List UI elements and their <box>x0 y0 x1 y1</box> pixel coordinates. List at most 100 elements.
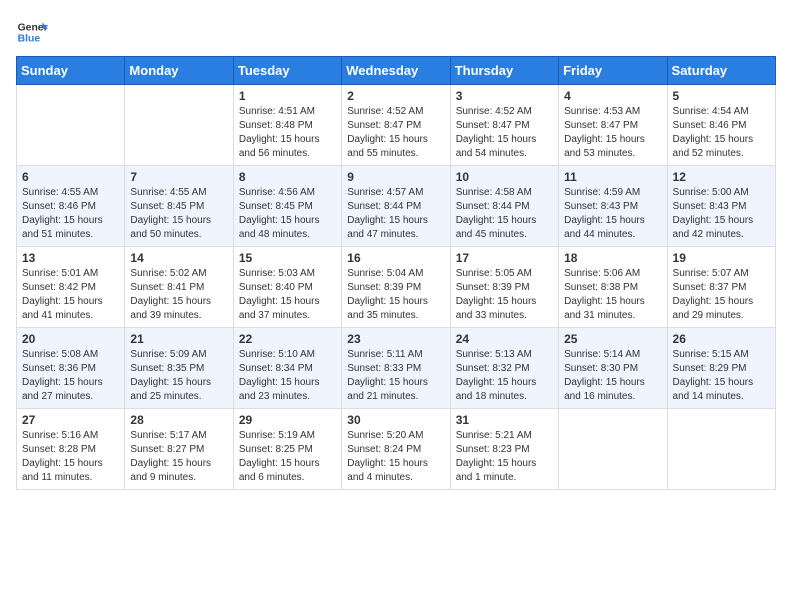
day-info: Sunrise: 4:58 AM Sunset: 8:44 PM Dayligh… <box>456 186 553 242</box>
day-info: Sunrise: 5:03 AM Sunset: 8:40 PM Dayligh… <box>239 267 336 323</box>
calendar-cell: 19 Sunrise: 5:07 AM Sunset: 8:37 PM Dayli… <box>667 247 775 328</box>
weekday-header-sunday: Sunday <box>17 57 125 85</box>
day-info: Sunrise: 5:08 AM Sunset: 8:36 PM Dayligh… <box>22 348 119 404</box>
calendar-cell: 18Sunrise: 5:06 AM Sunset: 8:38 PM Dayli… <box>559 247 667 328</box>
day-info: Sunrise: 4:56 AM Sunset: 8:45 PM Dayligh… <box>239 186 336 242</box>
weekday-header-thursday: Thursday <box>450 57 558 85</box>
calendar-week-row: 1Sunrise: 4:51 AM Sunset: 8:48 PM Daylig… <box>17 85 776 166</box>
weekday-header-saturday: Saturday <box>667 57 775 85</box>
day-number: 6 <box>22 170 119 184</box>
calendar-cell: 29 Sunrise: 5:19 AM Sunset: 8:25 PM Dayli… <box>233 409 341 490</box>
calendar-cell: 30Sunrise: 5:20 AM Sunset: 8:24 PM Dayli… <box>342 409 450 490</box>
weekday-header-friday: Friday <box>559 57 667 85</box>
day-info: Sunrise: 5:01 AM Sunset: 8:42 PM Dayligh… <box>22 267 119 323</box>
calendar-cell: 25 Sunrise: 5:14 AM Sunset: 8:30 PM Dayli… <box>559 328 667 409</box>
calendar-cell: 13 Sunrise: 5:01 AM Sunset: 8:42 PM Dayli… <box>17 247 125 328</box>
calendar-cell: 16Sunrise: 5:04 AM Sunset: 8:39 PM Dayli… <box>342 247 450 328</box>
day-info: Sunrise: 5:02 AM Sunset: 8:41 PM Dayligh… <box>130 267 227 323</box>
day-number: 11 <box>564 170 661 184</box>
day-number: 16 <box>347 251 444 265</box>
day-number: 14 <box>130 251 227 265</box>
day-number: 12 <box>673 170 770 184</box>
day-number: 10 <box>456 170 553 184</box>
day-info: Sunrise: 5:00 AM Sunset: 8:43 PM Dayligh… <box>673 186 770 242</box>
day-number: 15 <box>239 251 336 265</box>
weekday-header-monday: Monday <box>125 57 233 85</box>
calendar-cell: 21 Sunrise: 5:09 AM Sunset: 8:35 PM Dayli… <box>125 328 233 409</box>
calendar-cell: 27Sunrise: 5:16 AM Sunset: 8:28 PM Dayli… <box>17 409 125 490</box>
calendar-cell <box>17 85 125 166</box>
calendar-header-row: SundayMondayTuesdayWednesdayThursdayFrid… <box>17 57 776 85</box>
weekday-header-tuesday: Tuesday <box>233 57 341 85</box>
day-number: 21 <box>130 332 227 346</box>
calendar-cell: 23 Sunrise: 5:11 AM Sunset: 8:33 PM Dayli… <box>342 328 450 409</box>
calendar-cell <box>559 409 667 490</box>
calendar-cell: 6 Sunrise: 4:55 AM Sunset: 8:46 PM Daylig… <box>17 166 125 247</box>
calendar-cell <box>667 409 775 490</box>
day-number: 13 <box>22 251 119 265</box>
day-info: Sunrise: 4:55 AM Sunset: 8:46 PM Dayligh… <box>22 186 119 242</box>
day-info: Sunrise: 5:19 AM Sunset: 8:25 PM Dayligh… <box>239 429 336 485</box>
day-info: Sunrise: 4:53 AM Sunset: 8:47 PM Dayligh… <box>564 105 661 161</box>
day-info: Sunrise: 4:59 AM Sunset: 8:43 PM Dayligh… <box>564 186 661 242</box>
calendar-cell: 11 Sunrise: 4:59 AM Sunset: 8:43 PM Dayli… <box>559 166 667 247</box>
calendar-cell: 10 Sunrise: 4:58 AM Sunset: 8:44 PM Dayli… <box>450 166 558 247</box>
day-number: 8 <box>239 170 336 184</box>
day-number: 29 <box>239 413 336 427</box>
day-info: Sunrise: 5:15 AM Sunset: 8:29 PM Dayligh… <box>673 348 770 404</box>
day-number: 24 <box>456 332 553 346</box>
day-info: Sunrise: 4:55 AM Sunset: 8:45 PM Dayligh… <box>130 186 227 242</box>
day-info: Sunrise: 5:13 AM Sunset: 8:32 PM Dayligh… <box>456 348 553 404</box>
day-info: Sunrise: 4:52 AM Sunset: 8:47 PM Dayligh… <box>456 105 553 161</box>
calendar-cell: 9 Sunrise: 4:57 AM Sunset: 8:44 PM Daylig… <box>342 166 450 247</box>
calendar-week-row: 20 Sunrise: 5:08 AM Sunset: 8:36 PM Dayli… <box>17 328 776 409</box>
day-info: Sunrise: 5:07 AM Sunset: 8:37 PM Dayligh… <box>673 267 770 323</box>
calendar-cell: 24 Sunrise: 5:13 AM Sunset: 8:32 PM Dayli… <box>450 328 558 409</box>
calendar-cell: 4 Sunrise: 4:53 AM Sunset: 8:47 PM Daylig… <box>559 85 667 166</box>
day-number: 28 <box>130 413 227 427</box>
calendar-week-row: 6 Sunrise: 4:55 AM Sunset: 8:46 PM Daylig… <box>17 166 776 247</box>
day-number: 7 <box>130 170 227 184</box>
day-info: Sunrise: 4:52 AM Sunset: 8:47 PM Dayligh… <box>347 105 444 161</box>
logo: General Blue <box>16 16 48 48</box>
day-number: 25 <box>564 332 661 346</box>
calendar-cell: 20 Sunrise: 5:08 AM Sunset: 8:36 PM Dayli… <box>17 328 125 409</box>
day-number: 18 <box>564 251 661 265</box>
day-number: 19 <box>673 251 770 265</box>
day-info: Sunrise: 4:57 AM Sunset: 8:44 PM Dayligh… <box>347 186 444 242</box>
calendar-cell: 15 Sunrise: 5:03 AM Sunset: 8:40 PM Dayli… <box>233 247 341 328</box>
day-number: 5 <box>673 89 770 103</box>
day-info: Sunrise: 5:10 AM Sunset: 8:34 PM Dayligh… <box>239 348 336 404</box>
day-number: 17 <box>456 251 553 265</box>
weekday-header-wednesday: Wednesday <box>342 57 450 85</box>
day-info: Sunrise: 5:17 AM Sunset: 8:27 PM Dayligh… <box>130 429 227 485</box>
day-info: Sunrise: 5:09 AM Sunset: 8:35 PM Dayligh… <box>130 348 227 404</box>
day-number: 4 <box>564 89 661 103</box>
day-number: 9 <box>347 170 444 184</box>
calendar-cell: 14 Sunrise: 5:02 AM Sunset: 8:41 PM Dayli… <box>125 247 233 328</box>
calendar-cell: 2 Sunrise: 4:52 AM Sunset: 8:47 PM Daylig… <box>342 85 450 166</box>
day-number: 20 <box>22 332 119 346</box>
day-info: Sunrise: 5:16 AM Sunset: 8:28 PM Dayligh… <box>22 429 119 485</box>
day-info: Sunrise: 5:11 AM Sunset: 8:33 PM Dayligh… <box>347 348 444 404</box>
day-info: Sunrise: 4:54 AM Sunset: 8:46 PM Dayligh… <box>673 105 770 161</box>
day-number: 31 <box>456 413 553 427</box>
day-info: Sunrise: 5:05 AM Sunset: 8:39 PM Dayligh… <box>456 267 553 323</box>
day-info: Sunrise: 4:51 AM Sunset: 8:48 PM Dayligh… <box>239 105 336 161</box>
page-header: General Blue <box>16 16 776 48</box>
calendar-week-row: 13 Sunrise: 5:01 AM Sunset: 8:42 PM Dayli… <box>17 247 776 328</box>
day-number: 26 <box>673 332 770 346</box>
calendar-cell: 22Sunrise: 5:10 AM Sunset: 8:34 PM Dayli… <box>233 328 341 409</box>
day-info: Sunrise: 5:14 AM Sunset: 8:30 PM Dayligh… <box>564 348 661 404</box>
svg-text:Blue: Blue <box>18 34 41 45</box>
calendar-cell: 7 Sunrise: 4:55 AM Sunset: 8:45 PM Daylig… <box>125 166 233 247</box>
calendar-cell: 8 Sunrise: 4:56 AM Sunset: 8:45 PM Daylig… <box>233 166 341 247</box>
calendar-cell: 1Sunrise: 4:51 AM Sunset: 8:48 PM Daylig… <box>233 85 341 166</box>
day-number: 30 <box>347 413 444 427</box>
day-number: 23 <box>347 332 444 346</box>
calendar-cell: 28 Sunrise: 5:17 AM Sunset: 8:27 PM Dayli… <box>125 409 233 490</box>
day-info: Sunrise: 5:21 AM Sunset: 8:23 PM Dayligh… <box>456 429 553 485</box>
calendar-cell <box>125 85 233 166</box>
day-number: 2 <box>347 89 444 103</box>
calendar-cell: 17 Sunrise: 5:05 AM Sunset: 8:39 PM Dayli… <box>450 247 558 328</box>
